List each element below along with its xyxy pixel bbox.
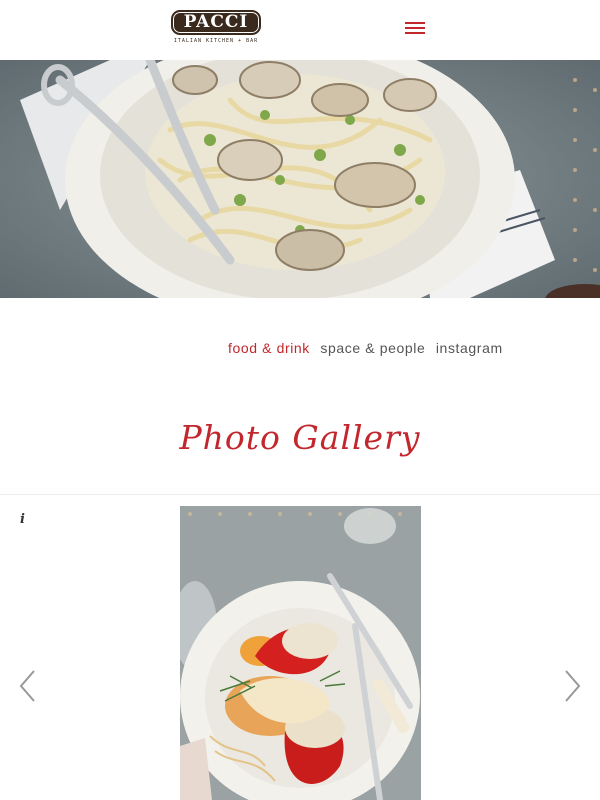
hamburger-menu-icon[interactable] [405, 20, 427, 38]
page-title: Photo Gallery [179, 418, 421, 457]
stuffed-peppers-photo [180, 506, 421, 800]
site-header: PACCI ITALIAN KITCHEN + BAR [0, 0, 600, 60]
logo-wordmark: PACCI [171, 10, 261, 35]
gallery-category-nav: food & drink space & people instagram [228, 340, 509, 362]
nav-food-drink[interactable]: food & drink [228, 340, 310, 356]
nav-space-people[interactable]: space & people [320, 340, 425, 356]
pacci-logo[interactable]: PACCI ITALIAN KITCHEN + BAR [170, 10, 262, 48]
section-divider [0, 494, 600, 495]
hero-image [0, 60, 600, 298]
linguine-clams-photo [0, 60, 600, 298]
chevron-left-icon[interactable] [18, 668, 38, 704]
logo-tagline: ITALIAN KITCHEN + BAR [173, 38, 259, 44]
info-icon[interactable]: i [20, 512, 30, 528]
gallery-photo[interactable] [180, 506, 421, 800]
chevron-right-icon[interactable] [562, 668, 582, 704]
nav-instagram[interactable]: instagram [436, 340, 503, 356]
